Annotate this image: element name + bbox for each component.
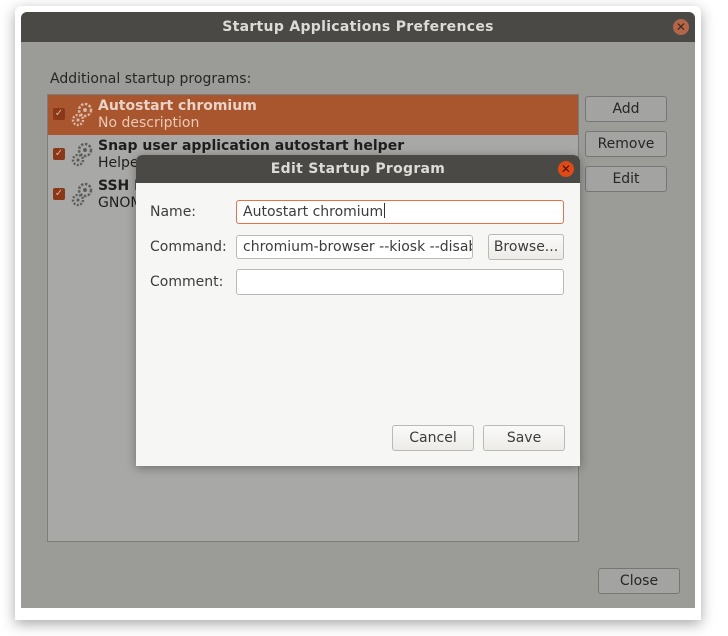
- list-item-title: Snap user application autostart helper: [98, 138, 405, 154]
- comment-label: Comment:: [150, 274, 224, 290]
- list-item-subtitle: Helpe: [98, 155, 139, 171]
- save-button[interactable]: Save: [483, 425, 565, 451]
- command-field-value: chromium-browser --kiosk --disab: [243, 239, 473, 255]
- checkbox[interactable]: ✓: [53, 148, 65, 160]
- text-caret: [384, 203, 386, 218]
- list-item[interactable]: ✓ Autostart chromium No description: [48, 95, 578, 135]
- gears-icon: [71, 102, 93, 127]
- edit-button[interactable]: Edit: [585, 166, 667, 192]
- command-label: Command:: [150, 239, 227, 255]
- checkbox[interactable]: ✓: [53, 188, 65, 200]
- gears-icon: [71, 142, 93, 167]
- browse-button[interactable]: Browse...: [488, 234, 564, 260]
- gears-icon: [71, 182, 93, 207]
- dialog-title: Edit Startup Program: [270, 161, 446, 177]
- name-label: Name:: [150, 204, 197, 220]
- cancel-button[interactable]: Cancel: [392, 425, 474, 451]
- command-field[interactable]: chromium-browser --kiosk --disab: [236, 235, 473, 259]
- dialog-close-icon[interactable]: ✕: [558, 161, 574, 177]
- list-item-subtitle: No description: [98, 115, 200, 131]
- list-item-title: Autostart chromium: [98, 98, 257, 114]
- close-button[interactable]: Close: [598, 568, 680, 594]
- remove-button[interactable]: Remove: [585, 131, 667, 157]
- section-label: Additional startup programs:: [50, 71, 252, 87]
- window-titlebar: Startup Applications Preferences ✕: [21, 12, 695, 42]
- edit-startup-program-dialog: Edit Startup Program ✕ Name: Autostart c…: [136, 155, 580, 466]
- comment-field[interactable]: [236, 269, 564, 295]
- window-close-icon[interactable]: ✕: [673, 19, 689, 35]
- add-button[interactable]: Add: [585, 96, 667, 122]
- name-field-value: Autostart chromium: [243, 204, 384, 220]
- window-title: Startup Applications Preferences: [222, 19, 494, 35]
- name-field[interactable]: Autostart chromium: [236, 200, 564, 224]
- dialog-titlebar: Edit Startup Program ✕: [136, 155, 580, 183]
- checkbox[interactable]: ✓: [53, 108, 65, 120]
